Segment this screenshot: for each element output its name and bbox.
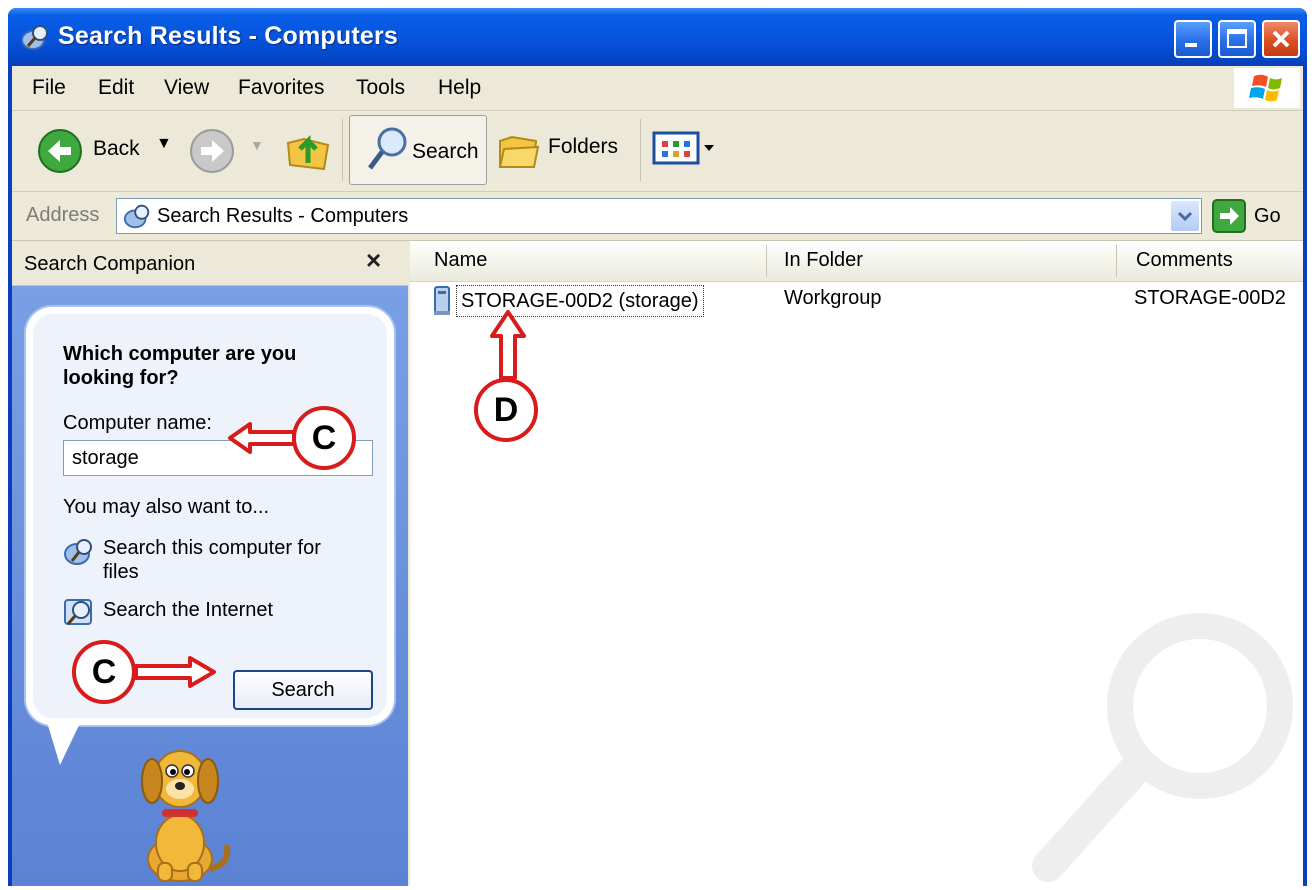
windows-flag-icon	[1249, 74, 1282, 102]
search-button[interactable]: Search	[233, 670, 373, 710]
search-companion-pane: Search Companion × Which computer are yo…	[12, 241, 408, 886]
column-divider[interactable]	[766, 245, 767, 277]
search-companion-header: Search Companion ×	[12, 241, 408, 286]
back-label: Back	[93, 137, 140, 160]
also-want-label: You may also want to...	[63, 496, 270, 518]
minimize-button[interactable]	[1174, 20, 1212, 58]
menu-bar: File Edit View Favorites Tools Help	[12, 66, 1303, 111]
address-value: Search Results - Computers	[157, 205, 409, 227]
up-folder-icon	[286, 134, 330, 171]
column-in-folder[interactable]: In Folder	[784, 249, 863, 272]
computer-icon	[434, 286, 450, 315]
menu-help[interactable]: Help	[438, 76, 481, 100]
result-comments: STORAGE-00D2	[1134, 287, 1286, 309]
globe-search-icon	[64, 599, 92, 625]
search-results-icon	[21, 25, 48, 50]
chevron-down-icon	[1177, 211, 1193, 222]
callout-d-result: D	[474, 378, 538, 442]
menu-view[interactable]: View	[164, 76, 209, 100]
folders-icon	[498, 135, 540, 168]
go-label: Go	[1254, 205, 1281, 227]
search-dog-icon[interactable]	[108, 741, 248, 886]
close-icon	[1272, 30, 1290, 48]
folders-button[interactable]: Folders	[492, 125, 632, 175]
menu-file[interactable]: File	[32, 76, 66, 100]
windows-logo	[1234, 68, 1300, 108]
annotation-arrow-button	[134, 656, 216, 688]
result-in-folder: Workgroup	[784, 287, 882, 309]
toolbar-separator	[640, 119, 641, 181]
forward-arrow-icon	[190, 129, 234, 173]
back-button[interactable]: Back ▼	[36, 125, 186, 175]
window-frame: File Edit View Favorites Tools Help Back…	[12, 66, 1303, 886]
back-dropdown-icon[interactable]: ▼	[156, 135, 172, 153]
address-bar: Address Search Results - Computers Go	[12, 192, 1303, 241]
search-toolbar-label: Search	[412, 140, 479, 163]
forward-dropdown-icon[interactable]: ▼	[250, 137, 264, 153]
column-comments[interactable]: Comments	[1136, 249, 1233, 272]
results-column-header: Name In Folder Comments	[410, 241, 1303, 282]
search-files-label: Search this computer for files	[103, 537, 321, 583]
views-button[interactable]	[652, 129, 722, 169]
address-label: Address	[26, 204, 100, 226]
column-name[interactable]: Name	[434, 249, 487, 272]
search-companion-title: Search Companion	[24, 253, 196, 275]
menu-favorites[interactable]: Favorites	[238, 76, 324, 100]
computer-name-label: Computer name:	[63, 412, 212, 434]
search-toolbar-button[interactable]: Search	[349, 115, 487, 185]
address-dropdown-button[interactable]	[1171, 201, 1199, 231]
callout-c-button: C	[72, 640, 136, 704]
annotation-arrow-result	[490, 310, 526, 380]
column-divider[interactable]	[1116, 245, 1117, 277]
search-results-icon	[123, 204, 150, 229]
search-internet-label: Search the Internet	[103, 599, 274, 621]
minimize-icon	[1185, 43, 1197, 47]
computer-icon	[64, 539, 92, 565]
close-button[interactable]	[1262, 20, 1300, 58]
forward-button[interactable]: ▼	[188, 125, 268, 175]
close-pane-button[interactable]: ×	[366, 245, 381, 276]
menu-edit[interactable]: Edit	[98, 76, 134, 100]
views-icon	[652, 131, 714, 165]
back-arrow-icon	[38, 129, 82, 173]
go-arrow-icon	[1212, 199, 1246, 233]
maximize-button[interactable]	[1218, 20, 1256, 58]
menu-tools[interactable]: Tools	[356, 76, 405, 100]
search-magnifier-icon	[368, 127, 407, 170]
title-bar[interactable]: Search Results - Computers	[8, 8, 1307, 66]
folders-label: Folders	[548, 135, 619, 158]
callout-c-input: C	[292, 406, 356, 470]
search-question: Which computer are you looking for?	[63, 343, 297, 389]
window-title: Search Results - Computers	[58, 22, 399, 50]
results-pane: Name In Folder Comments STORAGE-00D2 (st…	[410, 241, 1303, 886]
standard-toolbar: Back ▼ ▼ Search Folders	[12, 111, 1303, 192]
go-button[interactable]: Go	[1208, 199, 1298, 233]
explorer-window: Search Results - Computers File Edit Vie…	[8, 8, 1307, 886]
up-folder-button[interactable]	[284, 123, 334, 177]
maximize-icon	[1227, 29, 1247, 48]
bubble-tail	[46, 719, 82, 765]
annotation-arrow-input	[228, 422, 296, 454]
toolbar-separator	[342, 119, 343, 181]
watermark-magnifier-icon	[1032, 613, 1293, 882]
address-field[interactable]: Search Results - Computers	[116, 198, 1202, 234]
table-row[interactable]: STORAGE-00D2 (storage) Workgroup STORAGE…	[430, 285, 1290, 319]
